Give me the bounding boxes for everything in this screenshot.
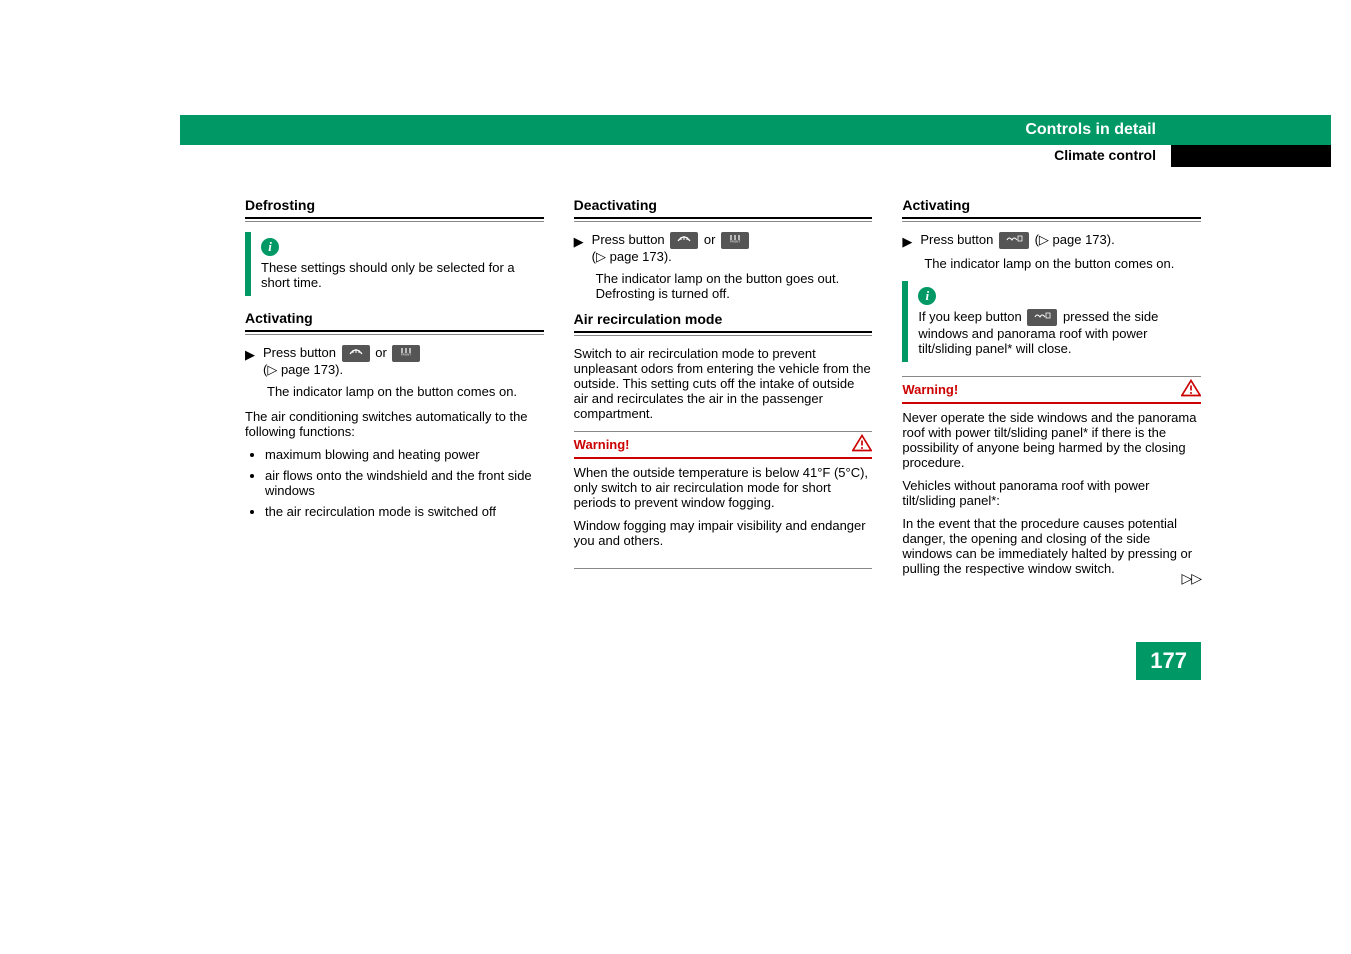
heading-deactivating: Deactivating	[574, 197, 873, 213]
svg-text:FRONT: FRONT	[401, 353, 411, 357]
step-marker-icon: ▶	[574, 234, 584, 250]
warning-text: Never operate the side windows and the p…	[902, 410, 1201, 470]
step-result: The indicator lamp on the button comes o…	[267, 384, 544, 399]
page-body: Defrosting i These settings should only …	[0, 167, 1351, 622]
info-note-text: These settings should only be selected f…	[261, 260, 544, 290]
list-item: air flows onto the windshield and the fr…	[265, 468, 544, 498]
continued-marker-icon: ▷▷	[1181, 570, 1201, 587]
heading-activating: Activating	[902, 197, 1201, 213]
heading-rule	[574, 217, 873, 222]
step-text: Press button (▷ page 173).	[920, 232, 1114, 249]
step-result: The indicator lamp on the button comes o…	[924, 256, 1201, 271]
step-text: Press button or FRONT (▷ page 173).	[592, 232, 751, 265]
column-1: Defrosting i These settings should only …	[245, 197, 544, 592]
svg-text:FRONT: FRONT	[730, 240, 740, 244]
warning-triangle-icon	[852, 434, 872, 455]
heading-rule	[902, 217, 1201, 222]
section-title: Climate control	[1054, 147, 1156, 163]
chapter-title: Controls in detail	[1025, 121, 1156, 139]
instruction-step: ▶ Press button (▷ page 173).	[902, 232, 1201, 250]
defrost-button-icon	[670, 232, 698, 249]
step-marker-icon: ▶	[902, 234, 912, 250]
instruction-step: ▶ Press button or FRONT (▷ page 173).	[245, 345, 544, 378]
warning-label: Warning!	[902, 382, 958, 397]
info-note-box: i These settings should only be selected…	[245, 232, 544, 296]
column-3: Activating ▶ Press button (▷ page 173). …	[902, 197, 1201, 592]
warning-text: Vehicles without panorama roof with powe…	[902, 478, 1201, 508]
info-icon: i	[918, 287, 936, 305]
warning-text: Window fogging may impair visibility and…	[574, 518, 873, 548]
body-text: The air conditioning switches automatica…	[245, 409, 544, 439]
step-result: The indicator lamp on the button goes ou…	[596, 271, 873, 301]
info-note-box: i If you keep button pressed the side wi…	[902, 281, 1201, 362]
chapter-header-band: Controls in detail	[180, 115, 1331, 145]
step-marker-icon: ▶	[245, 347, 255, 363]
heading-rule	[245, 330, 544, 335]
step-text: Press button or FRONT (▷ page 173).	[263, 345, 422, 378]
warning-text: When the outside temperature is below 41…	[574, 465, 873, 510]
warning-triangle-icon	[1181, 379, 1201, 400]
heading-rule	[245, 217, 544, 222]
front-defrost-button-icon: FRONT	[392, 345, 420, 362]
section-sub-band: Climate control	[180, 145, 1331, 167]
heading-defrosting: Defrosting	[245, 197, 544, 213]
info-icon: i	[261, 238, 279, 256]
function-list: maximum blowing and heating power air fl…	[265, 447, 544, 519]
column-2: Deactivating ▶ Press button or FRONT (▷ …	[574, 197, 873, 592]
page-number: 177	[1136, 642, 1201, 680]
warning-body: When the outside temperature is below 41…	[574, 465, 873, 564]
air-recirculation-button-icon	[1027, 309, 1057, 326]
warning-header: Warning!	[902, 376, 1201, 404]
list-item: maximum blowing and heating power	[265, 447, 544, 462]
heading-activating: Activating	[245, 310, 544, 326]
page-number-container: 177	[0, 622, 1351, 710]
warning-bottom-rule	[574, 568, 873, 569]
warning-text: In the event that the procedure causes p…	[902, 516, 1201, 576]
body-text: Switch to air recirculation mode to prev…	[574, 346, 873, 421]
info-note-text: If you keep button pressed the side wind…	[918, 309, 1201, 356]
instruction-step: ▶ Press button or FRONT (▷ page 173).	[574, 232, 873, 265]
warning-header: Warning!	[574, 431, 873, 459]
air-recirculation-button-icon	[999, 232, 1029, 249]
list-item: the air recirculation mode is switched o…	[265, 504, 544, 519]
warning-label: Warning!	[574, 437, 630, 452]
warning-body: Never operate the side windows and the p…	[902, 410, 1201, 592]
front-defrost-button-icon: FRONT	[721, 232, 749, 249]
thumb-index-tab	[1171, 145, 1331, 167]
defrost-button-icon	[342, 345, 370, 362]
heading-rule	[574, 331, 873, 336]
heading-air-recirculation: Air recirculation mode	[574, 311, 873, 327]
